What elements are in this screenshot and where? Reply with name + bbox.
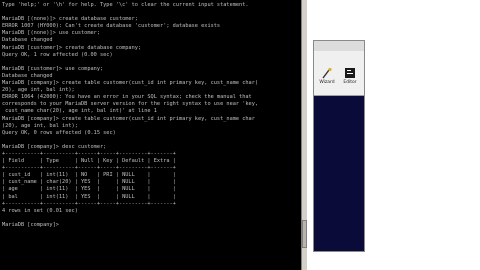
wizard-icon [322,67,332,79]
wizard-button[interactable]: Wizard [317,65,337,93]
app-toolbar: Wizard Editor [314,51,364,96]
console-output: Type 'help;' or '\h' for help. Type '\c'… [2,2,259,228]
editor-button-label: Editor [343,80,357,85]
app-content-area [314,96,364,251]
app-window[interactable]: Wizard Editor [313,40,365,252]
console-window[interactable]: Type 'help;' or '\h' for help. Type '\c'… [0,0,307,270]
wizard-button-label: Wizard [319,80,335,85]
editor-button[interactable]: Editor [340,65,360,93]
editor-icon [345,68,355,78]
